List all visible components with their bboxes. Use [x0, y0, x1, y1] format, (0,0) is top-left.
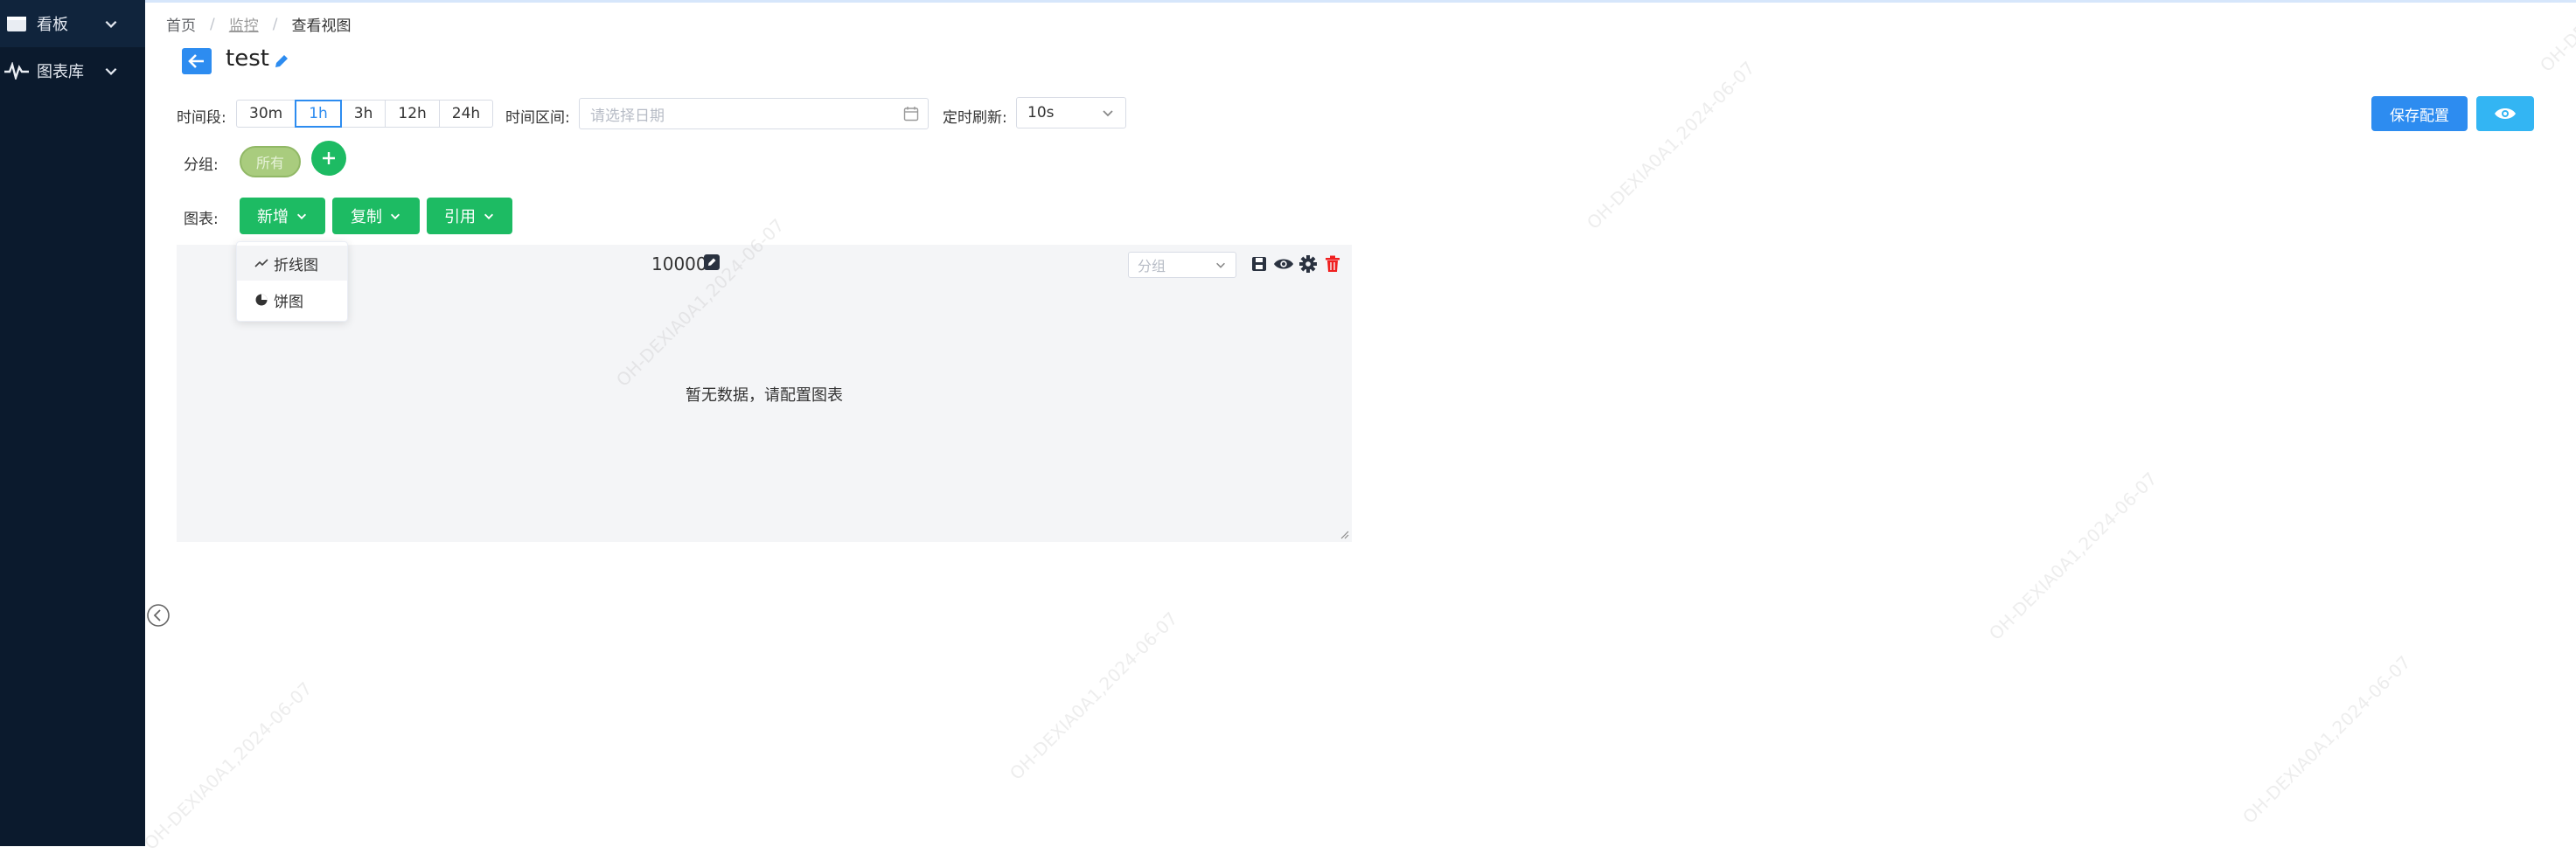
group-tag-all[interactable]: 所有 [240, 146, 301, 177]
dropdown-item-pie-chart[interactable]: 饼图 [237, 282, 347, 317]
arrow-left-icon [188, 54, 204, 68]
chevron-down-icon [296, 213, 307, 219]
chevron-down-icon [105, 20, 117, 28]
dropdown-item-label: 折线图 [274, 256, 318, 274]
back-button[interactable] [182, 48, 212, 74]
period-3h-button[interactable]: 3h [340, 100, 386, 128]
pie-chart-icon [255, 294, 268, 306]
eye-icon[interactable] [1273, 253, 1294, 274]
range-label: 时间区间: [505, 109, 570, 127]
dropdown-item-line-chart[interactable]: 折线图 [237, 246, 347, 281]
add-chart-button[interactable]: 新增 [240, 198, 325, 234]
gear-icon[interactable] [1298, 253, 1319, 274]
group-label: 分组: [184, 156, 219, 174]
period-12h-button[interactable]: 12h [385, 100, 440, 128]
sidebar-item-dashboard[interactable]: 看板 [0, 0, 145, 47]
chevron-down-icon [105, 67, 117, 75]
breadcrumb: 首页 / 监控 / 查看视图 [166, 13, 352, 36]
trash-icon[interactable] [1322, 253, 1343, 274]
plus-icon [323, 152, 335, 164]
add-chart-label: 新增 [257, 208, 289, 226]
chart-label: 图表: [184, 211, 219, 228]
period-1h-button[interactable]: 1h [295, 100, 342, 128]
main-content: 首页 / 监控 / 查看视图 test 时间段: 30m 1h 3h 12h 2… [145, 0, 2576, 846]
breadcrumb-separator: / [272, 15, 278, 33]
chevron-down-icon [390, 213, 400, 219]
sidebar-item-label: 图表库 [37, 63, 84, 81]
breadcrumb-separator: / [210, 15, 215, 33]
copy-chart-button[interactable]: 复制 [332, 198, 420, 234]
chevron-down-icon [484, 213, 494, 219]
add-group-button[interactable] [311, 141, 346, 176]
period-label: 时间段: [177, 109, 226, 127]
panel-title: 10000 [651, 253, 707, 274]
date-range-input[interactable]: 请选择日期 [579, 98, 929, 129]
panel-group-placeholder: 分组 [1138, 258, 1166, 274]
chevron-down-icon [1103, 110, 1113, 117]
date-range-placeholder: 请选择日期 [590, 107, 665, 125]
period-30m-button[interactable]: 30m [236, 100, 296, 128]
eye-icon [2495, 108, 2516, 119]
dashboard-icon [2, 10, 31, 37]
breadcrumb-current: 查看视图 [291, 17, 352, 35]
dropdown-item-label: 饼图 [274, 293, 303, 311]
sidebar-item-label: 看板 [37, 16, 68, 34]
chart-panel: 10000 分组 暂无数据，请配置图表 [177, 245, 1352, 542]
chevron-down-icon [1216, 262, 1225, 268]
add-chart-dropdown: 折线图 饼图 [236, 241, 348, 322]
preview-button[interactable] [2476, 96, 2534, 131]
save-panel-icon[interactable] [1249, 253, 1270, 274]
period-24h-button[interactable]: 24h [438, 100, 494, 128]
refresh-label: 定时刷新: [943, 109, 1007, 127]
calendar-icon [903, 107, 919, 122]
copy-chart-label: 复制 [351, 208, 382, 226]
refresh-interval-select[interactable]: 10s [1016, 97, 1126, 128]
reference-chart-button[interactable]: 引用 [427, 198, 512, 234]
sidebar-item-chart-library[interactable]: 图表库 [0, 47, 145, 94]
panel-empty-text: 暂无数据，请配置图表 [686, 386, 843, 405]
line-chart-icon [254, 259, 268, 267]
page-title: test [226, 45, 269, 72]
breadcrumb-home[interactable]: 首页 [166, 13, 196, 35]
panel-group-select[interactable]: 分组 [1128, 252, 1236, 278]
refresh-interval-value: 10s [1027, 104, 1055, 122]
edit-pencil-icon[interactable] [273, 52, 290, 70]
breadcrumb-monitor[interactable]: 监控 [229, 13, 259, 35]
save-config-button[interactable]: 保存配置 [2371, 96, 2468, 131]
pulse-icon [2, 58, 31, 84]
period-segmented-control: 30m 1h 3h 12h 24h [236, 100, 494, 128]
resize-handle-icon[interactable] [1340, 531, 1349, 539]
reference-chart-label: 引用 [444, 208, 476, 226]
edit-square-icon[interactable] [703, 253, 721, 271]
sidebar: 看板 图表库 [0, 0, 145, 846]
